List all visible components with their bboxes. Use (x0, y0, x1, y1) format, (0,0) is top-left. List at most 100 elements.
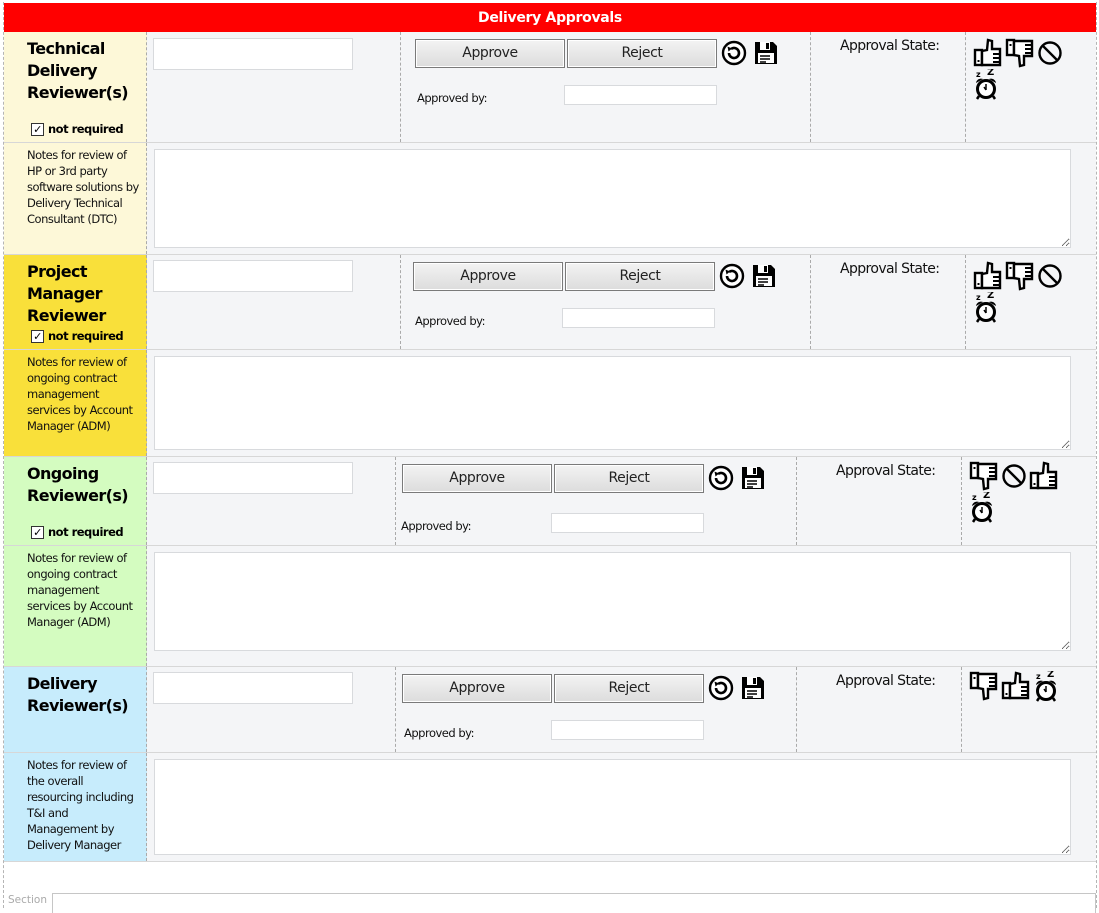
not-required-label: not required (48, 329, 124, 343)
delivery-body-cell: Approve Reject Approved by: Approval Sta… (147, 667, 1096, 752)
approval-state-icons: zZ (973, 38, 1073, 101)
approval-state-icons: zZ (969, 461, 1069, 524)
ongoing-notes-label-cell: Notes for review of ongoing contract man… (4, 546, 147, 666)
technical-notes-body-cell (147, 143, 1096, 254)
approved-by-label: Approved by: (404, 726, 474, 740)
not-required-label: not required (48, 525, 124, 539)
svg-text:z: z (1036, 672, 1041, 681)
section-field-input[interactable] (52, 893, 1096, 913)
reject-button[interactable]: Reject (565, 262, 715, 291)
notes-textarea[interactable] (154, 149, 1071, 248)
checkbox-box[interactable]: ✓ (31, 122, 44, 136)
divider (965, 32, 966, 142)
project-manager-notes-body-cell (147, 350, 1096, 456)
snooze-alarm-icon[interactable]: zZ (973, 69, 1001, 101)
checkbox-box[interactable]: ✓ (31, 525, 44, 539)
ongoing-reviewer-section: Ongoing Reviewer(s) ✓ not required Appro… (4, 457, 1096, 546)
technical-label-cell: Technical Delivery Reviewer(s) ✓ not req… (4, 32, 147, 142)
section-title: Delivery Reviewer(s) (27, 674, 129, 715)
ongoing-label-cell: Ongoing Reviewer(s) ✓ not required (4, 457, 147, 545)
notes-textarea[interactable] (154, 356, 1071, 450)
approval-state-icons: zZ (969, 671, 1079, 703)
technical-body-cell: Approve Reject Approved by: Approval Sta… (147, 32, 1096, 142)
ongoing-body-cell: Approve Reject Approved by: Approval Sta… (147, 457, 1096, 545)
not-allowed-icon[interactable] (1001, 461, 1027, 491)
delivery-label-cell: Delivery Reviewer(s) (4, 667, 147, 752)
approved-by-input[interactable] (564, 85, 717, 105)
approve-button[interactable]: Approve (402, 674, 552, 703)
approved-by-label: Approved by: (415, 314, 485, 328)
notes-textarea[interactable] (154, 552, 1071, 651)
approve-button[interactable]: Approve (402, 464, 552, 493)
not-required-checkbox[interactable]: ✓ not required (31, 329, 124, 343)
checkbox-box[interactable]: ✓ (31, 329, 44, 343)
delivery-notes-label-cell: Notes for review of the overall resourci… (4, 753, 147, 861)
reviewer-input[interactable] (153, 672, 353, 704)
divider (400, 255, 401, 349)
reset-icon[interactable] (721, 40, 747, 66)
divider (961, 457, 962, 545)
reject-button[interactable]: Reject (567, 39, 717, 68)
svg-text:Z: Z (1047, 671, 1054, 680)
not-allowed-icon[interactable] (1037, 38, 1063, 68)
divider (810, 255, 811, 349)
approved-by-input[interactable] (551, 720, 704, 740)
thumbs-up-icon[interactable] (973, 261, 1003, 291)
delivery-notes-section: Notes for review of the overall resourci… (4, 753, 1096, 862)
approved-by-label: Approved by: (417, 91, 487, 105)
not-required-checkbox[interactable]: ✓ not required (31, 122, 124, 136)
save-icon[interactable] (740, 675, 766, 701)
not-required-checkbox[interactable]: ✓ not required (31, 525, 124, 539)
reviewer-input[interactable] (153, 38, 353, 70)
reject-button[interactable]: Reject (554, 674, 704, 703)
approve-button[interactable]: Approve (413, 262, 563, 291)
notes-label: Notes for review of ongoing contract man… (27, 355, 133, 433)
delivery-reviewer-section: Delivery Reviewer(s) Approve Reject Appr… (4, 667, 1096, 753)
notes-label: Notes for review of ongoing contract man… (27, 551, 133, 629)
technical-notes-label-cell: Notes for review of HP or 3rd party soft… (4, 143, 147, 254)
section-field-label: Section (8, 894, 48, 906)
notes-textarea[interactable] (154, 759, 1071, 855)
reviewer-input[interactable] (153, 462, 353, 494)
approved-by-input[interactable] (551, 513, 704, 533)
divider (810, 32, 811, 142)
thumbs-up-icon[interactable] (1029, 461, 1059, 491)
project-manager-body-cell: Approve Reject Approved by: Approval Sta… (147, 255, 1096, 349)
thumbs-down-icon[interactable] (1005, 38, 1035, 68)
save-icon[interactable] (740, 465, 766, 491)
approval-state-icons: zZ (973, 261, 1073, 324)
thumbs-up-icon[interactable] (1001, 671, 1031, 703)
form-title: Delivery Approvals (4, 3, 1096, 32)
delivery-notes-body-cell (147, 753, 1096, 861)
section-title: Project Manager Reviewer (27, 262, 106, 325)
reset-icon[interactable] (708, 675, 734, 701)
thumbs-up-icon[interactable] (973, 38, 1003, 68)
approval-state-label: Approval State: (836, 463, 936, 479)
snooze-alarm-icon[interactable]: zZ (973, 292, 1001, 324)
reset-icon[interactable] (719, 263, 745, 289)
reset-icon[interactable] (708, 465, 734, 491)
project-manager-notes-section: Notes for review of ongoing contract man… (4, 350, 1096, 457)
approved-by-label: Approved by: (401, 519, 471, 533)
not-allowed-icon[interactable] (1037, 261, 1063, 291)
project-manager-notes-label-cell: Notes for review of ongoing contract man… (4, 350, 147, 456)
approved-by-input[interactable] (562, 308, 715, 328)
snooze-alarm-icon[interactable]: zZ (1033, 671, 1061, 703)
thumbs-down-icon[interactable] (969, 671, 999, 703)
technical-notes-section: Notes for review of HP or 3rd party soft… (4, 143, 1096, 255)
section-title: Technical Delivery Reviewer(s) (27, 39, 129, 102)
svg-text:z: z (976, 293, 981, 302)
save-icon[interactable] (751, 263, 777, 289)
ongoing-notes-section: Notes for review of ongoing contract man… (4, 546, 1096, 667)
divider (395, 457, 396, 545)
approval-state-label: Approval State: (840, 38, 940, 54)
snooze-alarm-icon[interactable]: zZ (969, 492, 997, 524)
reviewer-input[interactable] (153, 260, 353, 292)
svg-text:Z: Z (983, 492, 990, 501)
thumbs-down-icon[interactable] (1005, 261, 1035, 291)
thumbs-down-icon[interactable] (969, 461, 999, 491)
divider (796, 667, 797, 752)
approve-button[interactable]: Approve (415, 39, 565, 68)
save-icon[interactable] (753, 40, 779, 66)
reject-button[interactable]: Reject (554, 464, 704, 493)
